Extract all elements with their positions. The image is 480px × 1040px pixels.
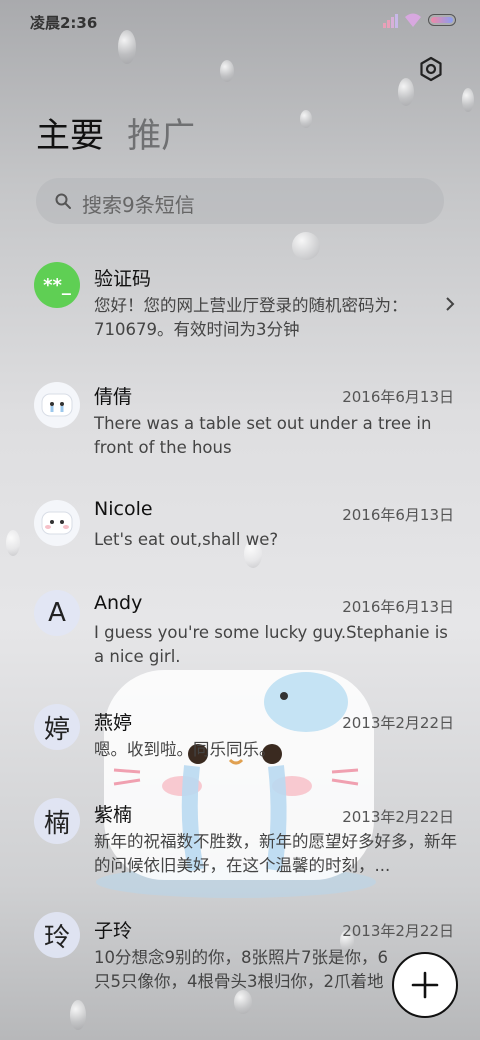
avatar: A bbox=[34, 590, 80, 636]
signal-icon bbox=[383, 14, 398, 28]
avatar-text: 玲 bbox=[43, 922, 70, 953]
message-preview: 新年的祝福数不胜数，新年的愿望好多好多，新年的问候依旧美好，在这个温馨的时刻，.… bbox=[94, 832, 457, 875]
message-preview: There was a table set out under a tree i… bbox=[94, 414, 432, 457]
message-row[interactable]: A Andy 2016年6月13日 I guess you're some lu… bbox=[0, 590, 480, 680]
raindrop bbox=[300, 110, 312, 128]
message-row[interactable]: 倩倩 2016年6月13日 There was a table set out … bbox=[0, 378, 480, 478]
raindrop bbox=[292, 232, 320, 260]
sender-name: Nicole bbox=[94, 498, 153, 520]
chevron-right-icon[interactable] bbox=[444, 296, 456, 312]
sender-name: 验证码 bbox=[94, 268, 152, 290]
tab-primary[interactable]: 主要 bbox=[36, 108, 104, 157]
message-preview: 嗯。收到啦。同乐同乐。 bbox=[94, 740, 276, 759]
sender-name: 子玲 bbox=[94, 920, 133, 942]
avatar-text: **_ bbox=[43, 274, 71, 296]
messages-screen: 凌晨2:36 主要 推广 搜索9条短信 **_ 验证码 您好！您的网上营业厅登录… bbox=[0, 0, 480, 1040]
message-row[interactable]: **_ 验证码 您好！您的网上营业厅登录的随机密码为：710679。有效时间为3… bbox=[0, 258, 480, 358]
raindrop bbox=[220, 60, 234, 82]
message-date: 2013年2月22日 bbox=[342, 714, 454, 732]
avatar-text: 楠 bbox=[43, 808, 70, 839]
message-preview: Let's eat out,shall we? bbox=[94, 530, 279, 549]
avatar: 楠 bbox=[34, 798, 80, 844]
sender-name: Andy bbox=[94, 592, 143, 614]
message-preview: I guess you're some lucky guy.Stephanie … bbox=[94, 623, 448, 666]
message-date: 2013年2月22日 bbox=[342, 922, 454, 940]
search-bar[interactable]: 搜索9条短信 bbox=[36, 178, 444, 224]
message-row[interactable]: Nicole 2016年6月13日 Let's eat out,shall we… bbox=[0, 496, 480, 566]
avatar-text: A bbox=[48, 598, 66, 628]
sender-name: 燕婷 bbox=[94, 712, 133, 734]
status-time: 凌晨2:36 bbox=[30, 14, 98, 32]
wifi-icon bbox=[405, 13, 421, 27]
avatar bbox=[34, 382, 80, 428]
avatar bbox=[34, 500, 80, 546]
tab-promotions[interactable]: 推广 bbox=[127, 108, 195, 157]
avatar-text: 婷 bbox=[43, 714, 70, 745]
battery-icon bbox=[428, 14, 456, 26]
status-bar: 凌晨2:36 bbox=[0, 0, 480, 42]
cat-sticker-icon bbox=[41, 511, 73, 535]
avatar: 玲 bbox=[34, 912, 80, 958]
avatar: **_ bbox=[34, 262, 80, 308]
sender-name: 倩倩 bbox=[94, 386, 133, 408]
message-date: 2016年6月13日 bbox=[342, 598, 454, 616]
raindrop bbox=[398, 78, 414, 106]
message-preview: 您好！您的网上营业厅登录的随机密码为：710679。有效时间为3分钟 bbox=[94, 296, 408, 339]
raindrop bbox=[462, 88, 474, 112]
raindrop bbox=[70, 1000, 86, 1030]
message-preview: 10分想念9别的你，8张照片7张是你，6只5只像你，4根骨头3根归你，2爪着地1… bbox=[94, 948, 388, 991]
search-placeholder: 搜索9条短信 bbox=[82, 193, 195, 217]
message-date: 2016年6月13日 bbox=[342, 388, 454, 406]
message-date: 2013年2月22日 bbox=[342, 808, 454, 826]
avatar: 婷 bbox=[34, 704, 80, 750]
cat-sticker-icon bbox=[41, 393, 73, 417]
gear-icon[interactable] bbox=[418, 56, 444, 82]
tab-bar: 主要 推广 bbox=[36, 108, 213, 158]
sender-name: 紫楠 bbox=[94, 804, 133, 826]
message-date: 2016年6月13日 bbox=[342, 506, 454, 524]
plus-icon bbox=[411, 971, 439, 999]
compose-button[interactable] bbox=[392, 952, 458, 1018]
message-row[interactable]: 婷 燕婷 2013年2月22日 嗯。收到啦。同乐同乐。 bbox=[0, 704, 480, 774]
message-row[interactable]: 楠 紫楠 2013年2月22日 新年的祝福数不胜数，新年的愿望好多好多，新年的问… bbox=[0, 798, 480, 888]
search-icon bbox=[55, 193, 71, 209]
